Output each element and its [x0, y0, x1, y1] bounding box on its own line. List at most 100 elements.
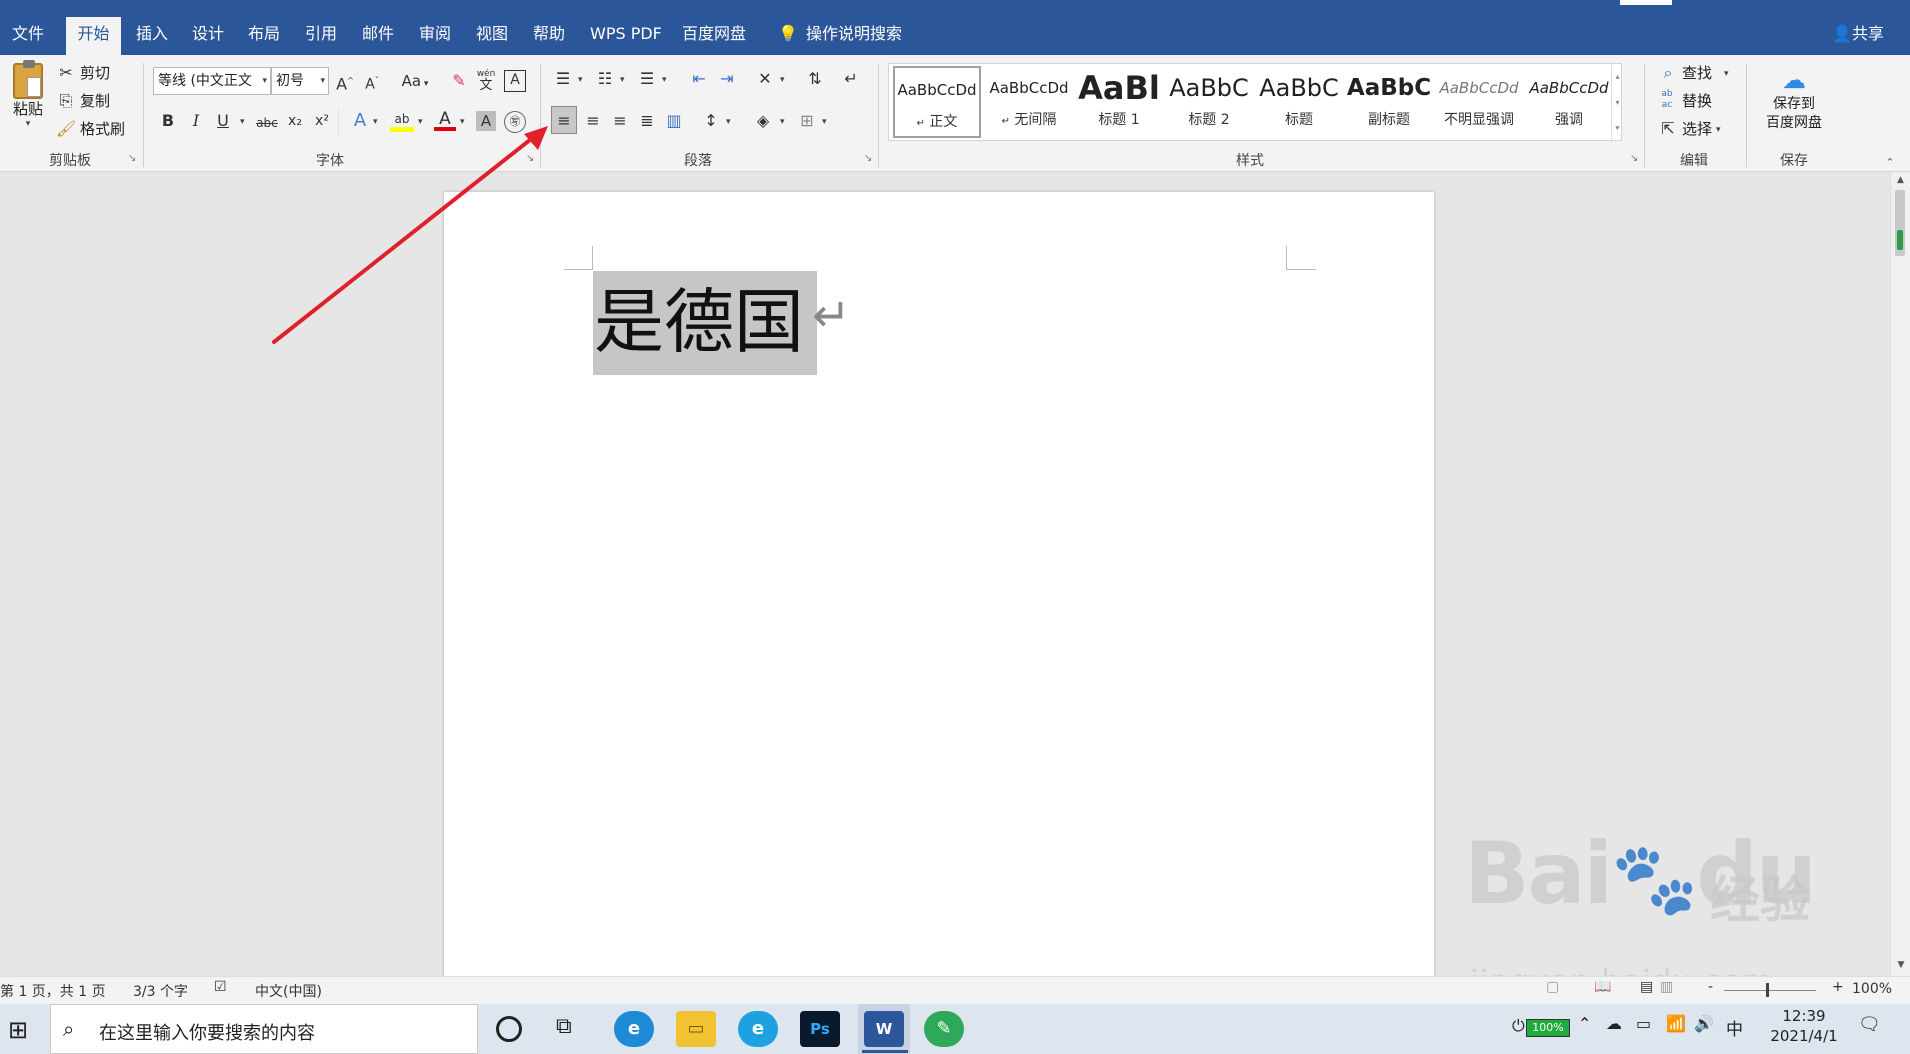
collapse-ribbon-icon[interactable]: ⌃ [1882, 153, 1898, 173]
chevron-down-icon[interactable]: ▾ [1612, 90, 1623, 116]
tab-design[interactable]: 设计 [188, 17, 228, 55]
numbering-icon[interactable]: ☷ [594, 69, 616, 89]
dialog-launcher-icon[interactable]: ↘ [864, 153, 872, 164]
style-normal[interactable]: AaBbCcDd ↵ 正文 [893, 66, 981, 138]
clock[interactable]: 12:39 2021/4/1 [1764, 1006, 1844, 1046]
proofing-icon[interactable]: ☑ [214, 979, 227, 995]
find-button[interactable]: 查找 [1682, 63, 1712, 83]
page-count[interactable]: 第 1 页，共 1 页 [0, 981, 106, 1001]
tell-me-search[interactable]: 操作说明搜索 [802, 17, 906, 55]
tab-insert[interactable]: 插入 [132, 17, 172, 55]
line-spacing-icon[interactable]: ↕ [700, 111, 722, 131]
word-icon[interactable]: W [864, 1011, 904, 1047]
evernote-icon[interactable]: ✎ [924, 1011, 964, 1047]
copy-button[interactable]: 复制 [80, 91, 110, 111]
shrink-font-button[interactable]: Aˇ [362, 71, 382, 95]
font-size-combo[interactable]: 初号 ▾ [271, 67, 329, 95]
tab-view[interactable]: 视图 [472, 17, 512, 55]
bold-button[interactable]: B [158, 111, 178, 131]
edge-icon[interactable]: e [614, 1011, 654, 1047]
tab-mailings[interactable]: 邮件 [358, 17, 398, 55]
ime-indicator[interactable]: 中 [1726, 1015, 1743, 1040]
qat-icons[interactable] [14, 0, 104, 6]
bullets-icon[interactable]: ☰ [552, 69, 574, 89]
tab-review[interactable]: 审阅 [415, 17, 455, 55]
borders-icon[interactable]: ⊞ [796, 111, 818, 131]
chevron-down-icon[interactable]: ▾ [662, 75, 667, 85]
word-count[interactable]: 3/3 个字 [133, 981, 188, 1001]
chevron-down-icon[interactable]: ▾ [780, 75, 785, 85]
increase-indent-icon[interactable]: ⇥ [716, 69, 738, 89]
chevron-down-icon[interactable]: ▾ [240, 117, 245, 127]
file-explorer-icon[interactable]: ▭ [676, 1011, 716, 1047]
tab-baidu-netdisk[interactable]: 百度网盘 [678, 17, 750, 55]
chevron-down-icon[interactable]: ▾ [1724, 69, 1729, 79]
tab-wps-pdf[interactable]: WPS PDF [586, 17, 666, 55]
style-heading-2[interactable]: AaBbC 标题 2 [1165, 66, 1253, 138]
chevron-up-icon[interactable]: ▲ [1891, 172, 1910, 188]
tab-file[interactable]: 文件 [8, 17, 48, 55]
style-subtitle[interactable]: AaBbC 副标题 [1345, 66, 1433, 138]
zoom-thumb[interactable] [1766, 983, 1769, 997]
chevron-down-icon[interactable]: ▾ [726, 117, 731, 127]
grow-font-button[interactable]: A^ [335, 71, 355, 94]
select-button[interactable]: 选择 [1682, 119, 1712, 139]
zoom-out-button[interactable]: - [1708, 979, 1713, 995]
sort-icon[interactable]: ⇅ [804, 69, 826, 89]
more-icon[interactable]: ⯆ [1612, 116, 1623, 142]
style-subtle-emphasis[interactable]: AaBbCcDd 不明显强调 [1435, 66, 1523, 138]
font-name-combo[interactable]: 等线 (中文正文 ▾ [153, 67, 271, 95]
dialog-launcher-icon[interactable]: ↘ [1630, 153, 1638, 164]
gallery-scroll[interactable]: ▴ ▾ ⯆ [1611, 64, 1623, 142]
windows-start-icon[interactable]: ⊞ [8, 1016, 28, 1044]
tab-layout[interactable]: 布局 [244, 17, 284, 55]
read-mode-icon[interactable]: 📖 [1594, 979, 1611, 995]
web-layout-icon[interactable]: ▥ [1660, 979, 1673, 995]
onedrive-icon[interactable]: ☁ [1606, 1014, 1622, 1033]
chevron-down-icon[interactable]: ▾ [578, 75, 583, 85]
style-heading-1[interactable]: AaBl 标题 1 [1075, 66, 1163, 138]
char-border-button[interactable]: A [504, 70, 526, 92]
tab-help[interactable]: 帮助 [529, 17, 569, 55]
shading-icon[interactable]: ◈ [752, 111, 774, 131]
underline-button[interactable]: U [213, 111, 233, 131]
share-button[interactable]: 共享 [1848, 17, 1888, 55]
cortana-icon[interactable] [496, 1016, 522, 1042]
change-case-button[interactable]: Aa ▾ [398, 71, 432, 94]
decrease-indent-icon[interactable]: ⇤ [688, 69, 710, 89]
phonetic-guide-button[interactable]: wén 文 [474, 68, 498, 93]
align-center-icon[interactable]: ≡ [582, 111, 604, 131]
scroll-thumb[interactable] [1895, 190, 1905, 256]
justify-icon[interactable]: ≣ [636, 111, 658, 131]
volume-icon[interactable]: 🔊 [1694, 1014, 1714, 1033]
style-title[interactable]: AaBbC 标题 [1255, 66, 1343, 138]
style-emphasis[interactable]: AaBbCcDd 强调 [1525, 66, 1613, 138]
power-icon[interactable]: ⏻ [1512, 1016, 1525, 1036]
print-layout-icon[interactable]: ▤ [1640, 979, 1653, 995]
dialog-launcher-icon[interactable]: ↘ [128, 153, 136, 164]
format-painter-button[interactable]: 格式刷 [80, 119, 125, 139]
task-view-icon[interactable]: ⧉ [556, 1014, 572, 1039]
chevron-down-icon[interactable]: ▾ [1716, 125, 1721, 135]
show-marks-icon[interactable]: ↵ [840, 69, 862, 89]
distributed-icon[interactable]: ▥ [663, 111, 685, 131]
align-right-icon[interactable]: ≡ [609, 111, 631, 131]
photoshop-icon[interactable]: Ps [800, 1011, 840, 1047]
italic-button[interactable]: I [186, 111, 206, 131]
taskbar-search[interactable]: ⌕ 在这里输入你要搜索的内容 [50, 1004, 478, 1054]
battery-indicator[interactable]: 100% [1526, 1019, 1570, 1037]
zoom-in-button[interactable]: + [1832, 979, 1844, 995]
clear-format-icon[interactable]: ✎ [448, 71, 470, 91]
chevron-down-icon[interactable]: ▾ [822, 117, 827, 127]
zoom-slider[interactable] [1724, 990, 1816, 991]
document-page[interactable]: 是德国 ↵ [444, 192, 1434, 992]
zoom-level[interactable]: 100% [1852, 981, 1892, 997]
browser-icon[interactable]: e [738, 1011, 778, 1047]
vertical-scrollbar[interactable]: ▲ ▼ [1890, 172, 1910, 976]
chevron-down-icon[interactable]: ▼ [1891, 960, 1910, 970]
language-indicator[interactable]: 中文(中国) [255, 981, 322, 1001]
chevron-up-icon[interactable]: ⌃ [1578, 1014, 1591, 1033]
multilevel-list-icon[interactable]: ☰ [636, 69, 658, 89]
chinese-layout-icon[interactable]: ✕ [752, 69, 778, 89]
chevron-down-icon[interactable]: ▾ [620, 75, 625, 85]
